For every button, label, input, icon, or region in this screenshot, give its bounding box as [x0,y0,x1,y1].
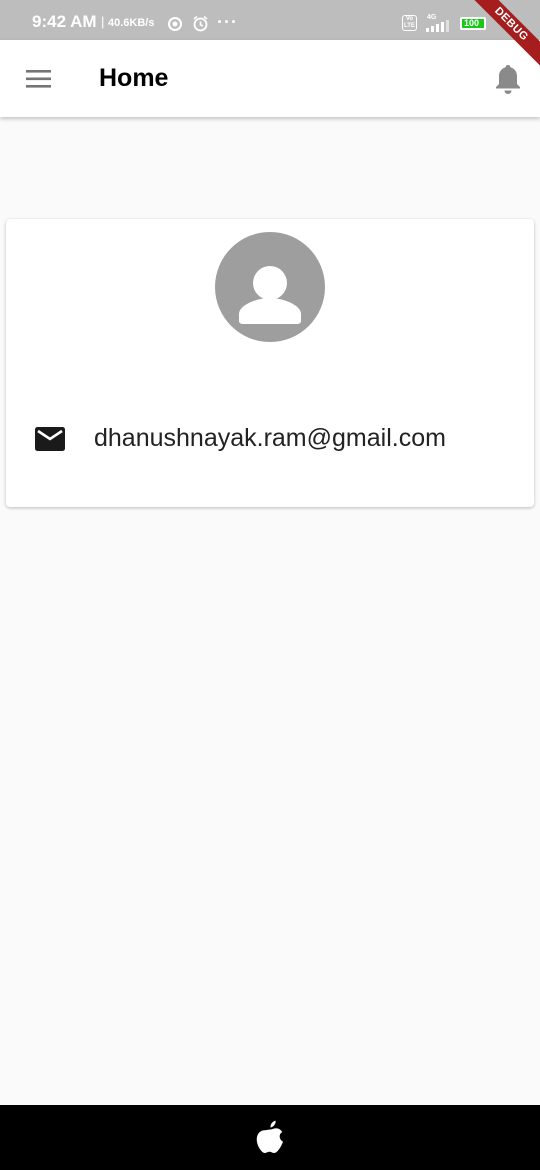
menu-button[interactable] [16,57,60,101]
alarm-icon [193,15,208,32]
battery-level: 100 [464,18,480,28]
apple-icon [256,1120,283,1153]
notifications-button[interactable] [486,60,530,100]
data-saver-icon [168,17,182,31]
battery-icon: 100 [460,17,486,30]
page-title: Home [99,64,169,92]
email-icon [35,427,65,451]
navigation-bar [0,1105,540,1170]
volte-icon: Vo LTE [402,15,417,31]
bell-icon [496,65,520,94]
overflow-dots: ··· [217,12,238,32]
signal-icon [426,20,449,32]
profile-card: dhanushnayak.ram@gmail.com [6,219,534,507]
status-net-speed: 40.6KB/s [108,17,155,29]
home-button[interactable] [254,1119,286,1155]
status-separator: | [101,14,105,29]
status-time: 9:42 AM [32,12,97,31]
status-bar: 9:42 AM | 40.6KB/s ··· Vo LTE 4G 100 [0,0,540,40]
person-icon [239,266,301,324]
email-address[interactable]: dhanushnayak.ram@gmail.com [94,424,446,453]
app-bar: Home [0,40,540,117]
avatar[interactable] [215,232,325,342]
hamburger-menu-icon [26,70,51,88]
